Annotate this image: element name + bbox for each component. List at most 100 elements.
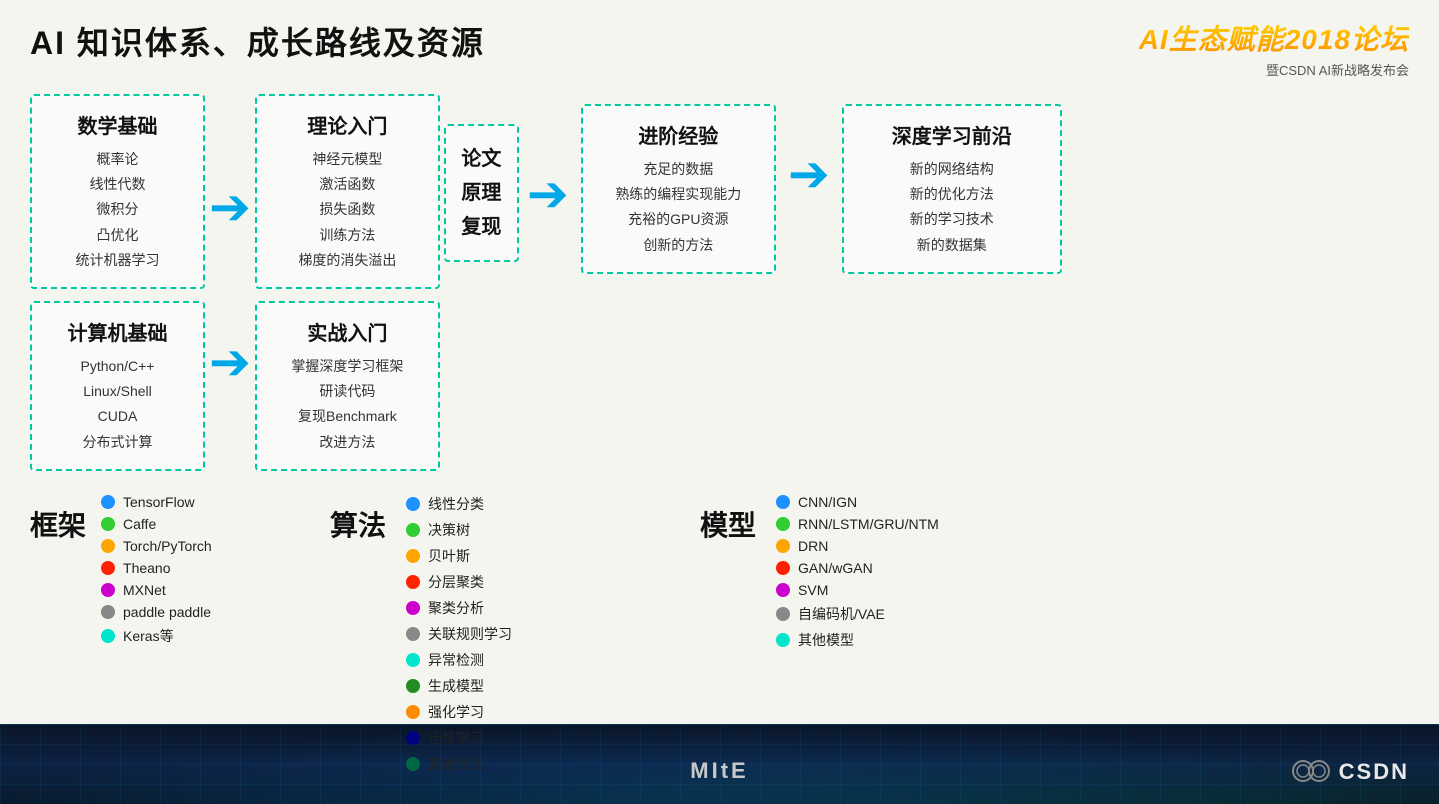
algo-name: 聚类分析	[428, 598, 484, 618]
list-item: 凸优化	[48, 223, 187, 248]
model-name: CNN/IGN	[798, 494, 857, 510]
csdn-icon	[1291, 754, 1331, 789]
list-item: 决策树	[406, 520, 512, 540]
dot	[776, 495, 790, 509]
list-item: 创新的方法	[601, 233, 756, 258]
list-item: CNN/IGN	[776, 494, 939, 510]
header: AI 知识体系、成长路线及资源 AI生态赋能2018论坛 暨CSDN AI新战略…	[0, 0, 1439, 89]
math-items: 概率论 线性代数 微积分 凸优化 统计机器学习	[48, 147, 187, 273]
list-item: 新的网络结构	[862, 157, 1042, 182]
list-item: 生成模型	[406, 676, 512, 696]
algo-name: 关联规则学习	[428, 624, 512, 644]
list-item: Python/C++	[48, 354, 187, 379]
algorithm-label: 算法	[330, 494, 386, 544]
list-item: 贝叶斯	[406, 546, 512, 566]
list-item: 异常检测	[406, 650, 512, 670]
cs-items: Python/C++ Linux/Shell CUDA 分布式计算	[48, 354, 187, 455]
dot	[776, 607, 790, 621]
brand-title: AI生态赋能2018论坛	[1139, 18, 1409, 58]
algo-name: 异常检测	[428, 650, 484, 670]
list-item: 新的数据集	[862, 233, 1042, 258]
arrow1-container: ➔ ➔	[205, 94, 255, 424]
list-item: paddle paddle	[101, 604, 212, 620]
csdn-text: CSDN	[1339, 759, 1409, 785]
list-item: 激活函数	[273, 172, 422, 197]
dot	[406, 705, 420, 719]
footer-bar: MItE CSDN	[0, 724, 1439, 804]
list-item: 关联规则学习	[406, 624, 512, 644]
theory-items: 神经元模型 激活函数 损失函数 训练方法 梯度的消失溢出	[273, 147, 422, 273]
dot	[406, 679, 420, 693]
advanced-items: 充足的数据 熟练的编程实现能力 充裕的GPU资源 创新的方法	[601, 157, 756, 258]
dot	[406, 653, 420, 667]
framework-list: TensorFlow Caffe Torch/PyTorch Theano MX…	[101, 494, 212, 646]
math-box: 数学基础 概率论 线性代数 微积分 凸优化 统计机器学习	[30, 94, 205, 289]
arrow2-container: ➔	[523, 169, 573, 219]
math-title: 数学基础	[48, 110, 187, 139]
dot	[776, 561, 790, 575]
model-name: RNN/LSTM/GRU/NTM	[798, 516, 939, 532]
deep-box: 深度学习前沿 新的网络结构 新的优化方法 新的学习技术 新的数据集	[842, 104, 1062, 274]
theory-box: 理论入门 神经元模型 激活函数 损失函数 训练方法 梯度的消失溢出	[255, 94, 440, 289]
model-name: DRN	[798, 538, 828, 554]
dot	[406, 497, 420, 511]
dot	[406, 601, 420, 615]
dot-mxnet	[101, 583, 115, 597]
algo-name: 强化学习	[428, 702, 484, 722]
list-item: 强化学习	[406, 702, 512, 722]
paper-arrow-group: 论文原理复现	[440, 124, 523, 262]
list-item: 损失函数	[273, 197, 422, 222]
theory-title: 理论入门	[273, 110, 422, 139]
arrow-right-icon: ➔	[527, 169, 569, 219]
arrow1-top: ➔	[209, 182, 251, 232]
dot	[406, 523, 420, 537]
list-item: 训练方法	[273, 223, 422, 248]
model-name: 其他模型	[798, 630, 854, 650]
practice-items: 掌握深度学习框架 研读代码 复现Benchmark 改进方法	[273, 354, 422, 455]
list-item: 充足的数据	[601, 157, 756, 182]
list-item: Theano	[101, 560, 212, 576]
algo-name: 决策树	[428, 520, 470, 540]
model-name: SVM	[798, 582, 828, 598]
framework-name: Theano	[123, 560, 170, 576]
arrow-right-icon: ➔	[209, 337, 251, 387]
arrow-right-icon: ➔	[209, 182, 251, 232]
model-list: CNN/IGN RNN/LSTM/GRU/NTM DRN GAN/wGAN SV…	[776, 494, 939, 650]
list-item: 分层聚类	[406, 572, 512, 592]
list-item: 研读代码	[273, 379, 422, 404]
list-item: 掌握深度学习框架	[273, 354, 422, 379]
practice-box: 实战入门 掌握深度学习框架 研读代码 复现Benchmark 改进方法	[255, 301, 440, 471]
dot	[406, 549, 420, 563]
framework-label: 框架	[30, 494, 86, 544]
list-item: 其他模型	[776, 630, 939, 650]
page-title: AI 知识体系、成长路线及资源	[30, 18, 485, 64]
dot-tensorflow	[101, 495, 115, 509]
framework-name: TensorFlow	[123, 494, 195, 510]
list-item: 新的优化方法	[862, 182, 1042, 207]
algo-name: 线性分类	[428, 494, 484, 514]
list-item: CUDA	[48, 404, 187, 429]
dot	[776, 517, 790, 531]
framework-name: Caffe	[123, 516, 156, 532]
list-item: Linux/Shell	[48, 379, 187, 404]
deep-title: 深度学习前沿	[862, 120, 1042, 149]
list-item: 梯度的消失溢出	[273, 248, 422, 273]
model-name: GAN/wGAN	[798, 560, 873, 576]
arrow-right-icon: ➔	[788, 149, 830, 199]
dot-paddle	[101, 605, 115, 619]
framework-name: Keras等	[123, 626, 174, 646]
col-foundations: 数学基础 概率论 线性代数 微积分 凸优化 统计机器学习 计算机基础 Pytho…	[30, 94, 205, 471]
diagram-area: 数学基础 概率论 线性代数 微积分 凸优化 统计机器学习 计算机基础 Pytho…	[0, 94, 1439, 471]
csdn-logo: CSDN	[1291, 754, 1409, 789]
cs-box: 计算机基础 Python/C++ Linux/Shell CUDA 分布式计算	[30, 301, 205, 471]
framework-name: MXNet	[123, 582, 166, 598]
list-item: 统计机器学习	[48, 248, 187, 273]
paper-text: 论文原理复现	[458, 142, 505, 244]
dot	[406, 627, 420, 641]
list-item: 复现Benchmark	[273, 404, 422, 429]
framework-name: Torch/PyTorch	[123, 538, 212, 554]
list-item: Keras等	[101, 626, 212, 646]
arrow3-container: ➔	[784, 149, 834, 199]
deep-items: 新的网络结构 新的优化方法 新的学习技术 新的数据集	[862, 157, 1042, 258]
dot	[776, 583, 790, 597]
